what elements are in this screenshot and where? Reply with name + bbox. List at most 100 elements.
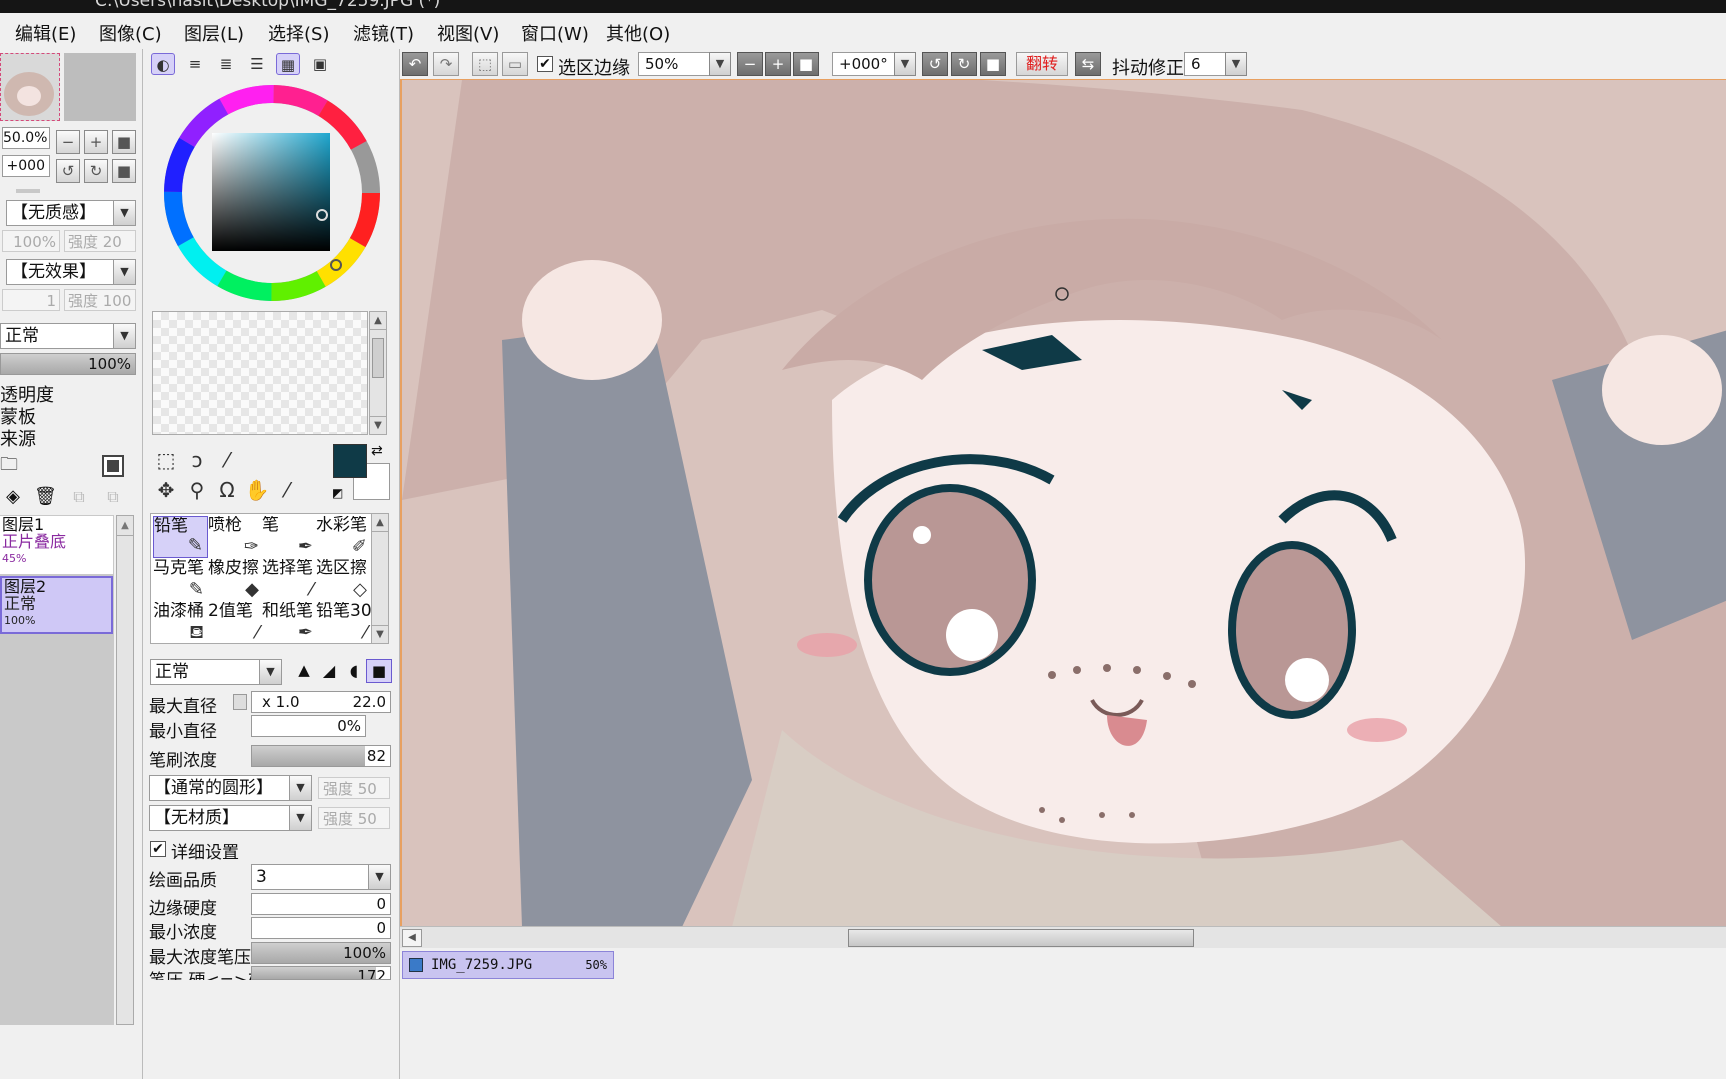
menu-window[interactable]: 窗口(W) <box>521 20 589 46</box>
undo-button[interactable]: ↶ <box>402 52 428 76</box>
magic-wand-icon[interactable]: ⁄ <box>214 447 240 473</box>
merge-down-icon[interactable]: ⧉ <box>68 486 90 508</box>
rotate-right-button[interactable]: ↻ <box>951 52 977 76</box>
nav-rotate-right-button[interactable]: ↻ <box>84 159 108 183</box>
layer-item-2[interactable]: 图层2 正常 100% <box>0 576 113 634</box>
brush-select-eraser[interactable]: 选区擦 ◇ <box>316 559 371 601</box>
nav-zoom-out-button[interactable]: − <box>56 130 80 154</box>
redo-button[interactable]: ↷ <box>433 52 459 76</box>
min-size-slider[interactable]: 0% <box>251 715 366 737</box>
canvas-horizontal-scrollbar[interactable]: ◀ <box>400 926 1726 948</box>
color-mixer-tab-icon[interactable]: ☰ <box>245 53 269 75</box>
scratchpad-area[interactable] <box>152 311 368 435</box>
nav-zoom-in-button[interactable]: + <box>84 130 108 154</box>
hsv-slider-tab-icon[interactable]: ≣ <box>214 53 238 75</box>
flip-toggle-button[interactable]: ⇆ <box>1075 52 1101 76</box>
rect-select-icon[interactable]: ⬚ <box>153 447 179 473</box>
scroll-down-icon[interactable]: ▼ <box>370 416 386 434</box>
selection-edge-checkbox[interactable]: ✔ <box>537 56 553 72</box>
quality-dropdown[interactable]: 3 ▼ <box>251 864 391 890</box>
zoom-dropdown[interactable]: ▼ <box>709 52 731 76</box>
brush-pencil[interactable]: 铅笔 ✎ <box>153 516 208 558</box>
invert-selection-button[interactable]: ▭ <box>502 52 528 76</box>
eyedropper-icon[interactable]: ⁄ <box>274 477 300 503</box>
density-slider[interactable]: 82 <box>251 745 391 767</box>
color-wheel[interactable] <box>160 81 384 305</box>
zoom-in-button[interactable]: + <box>765 52 791 76</box>
clear-layer-icon[interactable]: ◈ <box>2 486 24 508</box>
layer-texture-dropdown[interactable]: 【无质感】 ▼ <box>6 200 136 226</box>
scroll-down-icon[interactable]: ▼ <box>372 625 388 643</box>
color-wheel-tab-icon[interactable]: ◐ <box>151 53 175 75</box>
nav-angle-field[interactable]: +000 <box>2 155 50 177</box>
menu-view[interactable]: 视图(V) <box>437 20 499 46</box>
menu-filter[interactable]: 滤镜(T) <box>353 20 414 46</box>
brush-eraser[interactable]: 橡皮擦 ◆ <box>208 559 263 601</box>
reset-colors-icon[interactable]: ◩ <box>332 486 343 500</box>
nav-rotate-left-button[interactable]: ↺ <box>56 159 80 183</box>
rotation-dropdown[interactable]: ▼ <box>894 52 916 76</box>
max-size-slider[interactable]: x 1.0 22.0 <box>251 691 391 713</box>
brush-binary-pen[interactable]: 2值笔 ⁄ <box>208 602 263 644</box>
menu-edit[interactable]: 编辑(E) <box>15 20 76 46</box>
swap-colors-icon[interactable]: ⇄ <box>371 443 383 459</box>
layer-opacity-slider[interactable]: 100% <box>0 353 136 375</box>
brush-shape-dropdown[interactable]: 【通常的圆形】 ▼ <box>149 775 312 801</box>
scratchpad-tab-icon[interactable]: ▣ <box>308 53 332 75</box>
merge-visible-icon[interactable]: ⧉ <box>102 486 124 508</box>
menu-image[interactable]: 图像(C) <box>99 20 162 46</box>
rotate-icon[interactable]: Ω <box>214 477 240 503</box>
brush-grid-scrollbar[interactable]: ▲ ▼ <box>371 513 389 644</box>
scroll-up-icon[interactable]: ▲ <box>372 514 388 532</box>
navigator-viewport[interactable] <box>64 53 136 121</box>
lasso-icon[interactable]: ↄ <box>184 447 210 473</box>
zoom-icon[interactable]: ⚲ <box>184 477 210 503</box>
scroll-up-icon[interactable]: ▲ <box>370 312 386 330</box>
stabilizer-dropdown[interactable]: ▼ <box>1225 52 1247 76</box>
scratchpad-scrollbar[interactable]: ▲ ▼ <box>369 311 387 435</box>
layer-item-1[interactable]: 图层1 正片叠底 45% <box>0 516 113 574</box>
brush-pencil-30[interactable]: 铅笔30 ⁄ <box>316 602 371 644</box>
rotation-field[interactable]: +000° <box>832 52 902 76</box>
move-icon[interactable]: ✥ <box>153 477 179 503</box>
advanced-settings-checkbox[interactable]: ✔ <box>150 841 166 857</box>
max-density-pressure-slider[interactable]: 100% <box>251 942 391 964</box>
drawing-canvas[interactable] <box>400 79 1726 926</box>
new-folder-icon[interactable]: 🗀 <box>0 455 20 475</box>
brush-airbrush[interactable]: 喷枪 ✑ <box>208 516 263 558</box>
nav-rotate-reset-button[interactable]: ■ <box>112 159 136 183</box>
swatches-tab-icon[interactable]: ▦ <box>276 53 300 75</box>
rotate-left-button[interactable]: ↺ <box>922 52 948 76</box>
scroll-thumb[interactable] <box>372 338 384 378</box>
zoom-out-button[interactable]: − <box>737 52 763 76</box>
brush-watercolor[interactable]: 水彩笔 ✐ <box>316 516 371 558</box>
primary-color-swatch[interactable] <box>333 444 367 478</box>
layer-blend-mode-dropdown[interactable]: 正常 ▼ <box>0 323 136 349</box>
pressure-softness-slider[interactable]: 172 <box>251 966 391 980</box>
brush-shape-sharp-icon[interactable]: ▲ <box>292 661 316 683</box>
zoom-field[interactable]: 50% <box>638 52 718 76</box>
document-tab[interactable]: IMG_7259.JPG 50% <box>402 951 614 979</box>
brush-washi-pen[interactable]: 和纸笔 ✒ <box>262 602 317 644</box>
size-lock-checkbox[interactable] <box>233 694 247 710</box>
panel-splitter[interactable] <box>16 189 40 193</box>
navigator-thumbnail[interactable] <box>0 53 60 121</box>
scroll-left-icon[interactable]: ◀ <box>402 929 422 947</box>
nav-zoom-field[interactable]: 50.0% <box>2 127 50 149</box>
menu-other[interactable]: 其他(O) <box>606 20 670 46</box>
zoom-reset-button[interactable]: ■ <box>793 52 819 76</box>
brush-marker[interactable]: 马克笔 ✎ <box>153 559 208 601</box>
brush-pen[interactable]: 笔 ✒ <box>262 516 317 558</box>
brush-blend-mode-dropdown[interactable]: 正常 ▼ <box>150 659 282 685</box>
brush-bucket[interactable]: 油漆桶 ⛾ <box>153 602 208 644</box>
scroll-up-icon[interactable]: ▲ <box>117 516 133 536</box>
brush-shape-soft-icon[interactable]: ◖ <box>342 661 366 683</box>
brush-select-pen[interactable]: 选择笔 ⁄ <box>262 559 317 601</box>
brush-shape-round-icon[interactable]: ◢ <box>317 661 341 683</box>
menu-select[interactable]: 选择(S) <box>268 20 329 46</box>
nav-zoom-reset-button[interactable]: ■ <box>112 130 136 154</box>
layer-effect-dropdown[interactable]: 【无效果】 ▼ <box>6 259 136 285</box>
rgb-slider-tab-icon[interactable]: ≡ <box>183 53 207 75</box>
deselect-button[interactable]: ⬚ <box>472 52 498 76</box>
delete-layer-icon[interactable]: 🗑 <box>34 486 57 508</box>
